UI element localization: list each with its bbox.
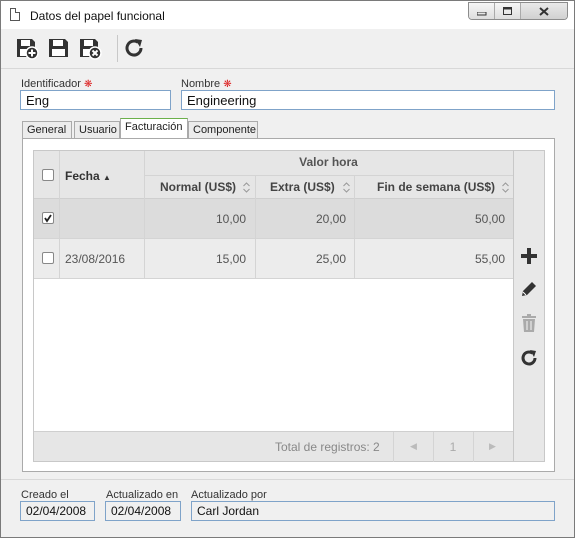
close-icon	[539, 7, 549, 16]
save-button[interactable]	[47, 36, 71, 60]
cell-fin-de-semana: 50,00	[474, 212, 505, 226]
cell-normal: 15,00	[215, 252, 246, 266]
refresh-icon	[125, 39, 143, 57]
name-field[interactable]: Engineering	[181, 90, 555, 110]
column-header-fin-de-semana[interactable]: Fin de semana (US$)	[377, 180, 495, 194]
grid-footer: Total de registros: 2 ◀ 1 ▶	[34, 431, 513, 462]
grid-header: Fecha ▲ Valor hora Normal (US$) Extra (U…	[34, 151, 513, 199]
edit-button[interactable]	[519, 279, 539, 299]
next-page-button[interactable]: ▶	[473, 432, 513, 462]
toolbar	[1, 29, 574, 69]
sort-icon	[502, 182, 509, 193]
maximize-icon	[503, 7, 512, 15]
toolbar-separator	[117, 35, 118, 62]
row-checkbox[interactable]	[42, 212, 54, 224]
tab-panel-facturacion: Fecha ▲ Valor hora Normal (US$) Extra (U…	[22, 138, 555, 472]
required-icon: ❋	[223, 79, 232, 90]
cell-normal: 10,00	[215, 212, 246, 226]
chevron-left-icon: ◀	[410, 441, 417, 451]
column-header-normal[interactable]: Normal (US$)	[160, 180, 236, 194]
name-label: Nombre ❋	[181, 78, 232, 90]
refresh-icon	[521, 350, 537, 366]
add-icon	[521, 248, 537, 264]
add-button[interactable]	[519, 246, 539, 266]
checkmark-icon	[44, 214, 52, 223]
document-icon	[10, 8, 20, 21]
minimize-icon	[477, 12, 487, 16]
save-and-new-button[interactable]	[15, 36, 39, 60]
grid-actions	[514, 150, 545, 462]
sort-icon	[343, 182, 350, 193]
sort-icon	[243, 182, 250, 193]
save-and-close-button[interactable]	[78, 36, 102, 60]
updated-by-label: Actualizado por	[191, 489, 267, 501]
window-title: Datos del papel funcional	[30, 9, 165, 23]
updated-date-field: 02/04/2008	[105, 501, 181, 521]
cell-extra: 25,00	[315, 252, 346, 266]
identifier-label: Identificador ❋	[21, 78, 93, 90]
chevron-right-icon: ▶	[489, 441, 496, 451]
close-button[interactable]	[521, 3, 567, 19]
cell-extra: 20,00	[315, 212, 346, 226]
table-row[interactable]: 23/08/2016 15,00 25,00 55,00	[34, 239, 513, 279]
save-and-new-icon	[17, 39, 39, 60]
maximize-button[interactable]	[495, 3, 521, 19]
table-row[interactable]: 10,00 20,00 50,00	[34, 199, 513, 239]
identifier-field[interactable]: Eng	[20, 90, 171, 110]
total-records: Total de registros: 2	[275, 440, 380, 454]
tab-componente[interactable]: Componente	[188, 121, 258, 139]
delete-button[interactable]	[519, 313, 539, 333]
separator	[1, 479, 574, 480]
column-header-extra[interactable]: Extra (US$)	[270, 180, 335, 194]
created-date-field: 02/04/2008	[20, 501, 95, 521]
select-all-checkbox[interactable]	[42, 169, 54, 181]
updated-label: Actualizado en	[106, 489, 179, 501]
tab-general[interactable]: General	[22, 121, 72, 139]
group-header-valor-hora: Valor hora	[299, 155, 358, 169]
rates-grid: Fecha ▲ Valor hora Normal (US$) Extra (U…	[33, 150, 514, 462]
page-number: 1	[449, 440, 457, 454]
sort-ascending-icon: ▲	[103, 173, 111, 182]
grid-refresh-button[interactable]	[519, 348, 539, 368]
delete-icon	[522, 314, 536, 332]
required-icon: ❋	[84, 79, 93, 90]
tab-usuario[interactable]: Usuario	[74, 121, 120, 139]
minimize-button[interactable]	[469, 3, 495, 19]
created-label: Creado el	[21, 489, 69, 501]
prev-page-button[interactable]: ◀	[393, 432, 433, 462]
updated-by-field: Carl Jordan	[191, 501, 555, 521]
save-and-close-icon	[80, 39, 102, 60]
window-controls	[468, 2, 568, 20]
edit-icon	[522, 282, 536, 296]
tab-facturacion[interactable]: Facturación	[120, 118, 188, 139]
cell-fecha: 23/08/2016	[65, 252, 126, 266]
title-bar[interactable]: Datos del papel funcional	[1, 1, 574, 29]
cell-fin-de-semana: 55,00	[474, 252, 505, 266]
dialog-window: Datos del papel funcional Identificador …	[0, 0, 575, 538]
refresh-button[interactable]	[122, 36, 146, 60]
column-header-fecha[interactable]: Fecha ▲	[65, 169, 111, 183]
row-checkbox[interactable]	[42, 252, 54, 264]
save-icon	[49, 39, 68, 57]
